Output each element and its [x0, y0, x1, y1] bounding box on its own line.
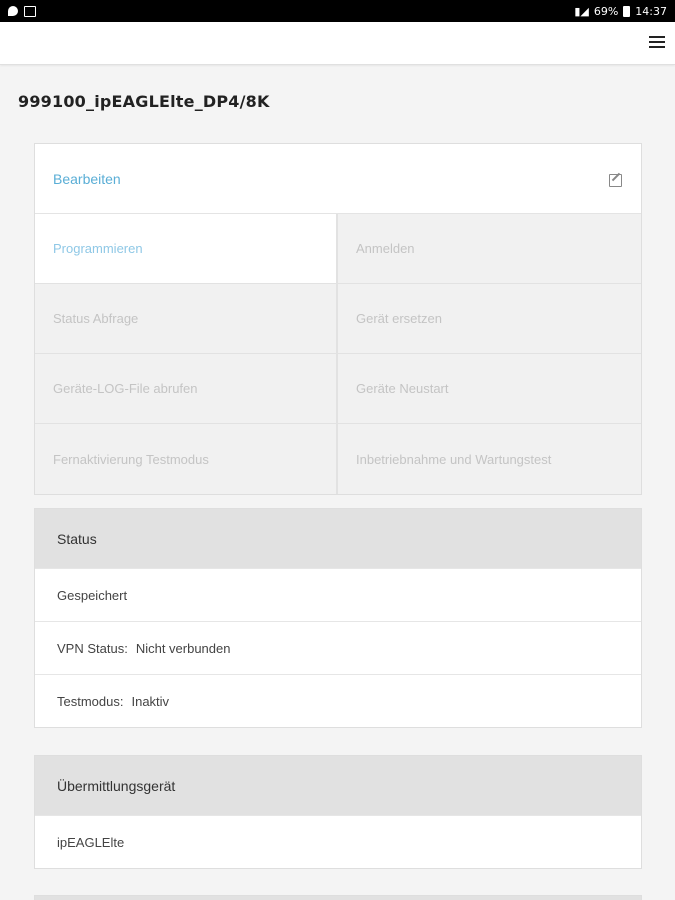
- vpn-status-value: Nicht verbunden: [135, 640, 231, 656]
- action-grid: Programmieren Anmelden Status Abfrage Ge…: [35, 214, 641, 494]
- signal-icon: ▮◢: [574, 4, 589, 18]
- action-status-abfrage[interactable]: Status Abfrage: [35, 284, 338, 354]
- testmode-value: Inaktiv: [131, 693, 170, 709]
- action-geraete-neustart[interactable]: Geräte Neustart: [338, 354, 641, 424]
- action-inbetriebnahme-wartungstest[interactable]: Inbetriebnahme und Wartungstest: [338, 424, 641, 494]
- action-fernaktivierung-testmodus[interactable]: Fernaktivierung Testmodus: [35, 424, 338, 494]
- status-panel: Status Gespeichert VPN Status: Nicht ver…: [34, 508, 642, 728]
- status-heading: Status: [35, 509, 641, 568]
- clock: 14:37: [635, 4, 667, 18]
- notification-icon: [8, 6, 18, 16]
- device-value: ipEAGLElte: [57, 834, 125, 850]
- battery-icon: [623, 5, 631, 17]
- action-log-file-abrufen[interactable]: Geräte-LOG-File abrufen: [35, 354, 338, 424]
- page-title: 999100_ipEAGLElte_DP4/8K: [18, 92, 270, 111]
- edit-icon[interactable]: [609, 172, 623, 187]
- device-row: ipEAGLElte: [35, 815, 641, 868]
- edit-button[interactable]: Bearbeiten: [35, 144, 641, 214]
- device-panel: Übermittlungsgerät ipEAGLElte: [34, 755, 642, 869]
- action-geraet-ersetzen[interactable]: Gerät ersetzen: [338, 284, 641, 354]
- next-panel-header: [34, 895, 642, 900]
- vpn-status-row: VPN Status: Nicht verbunden: [35, 621, 641, 674]
- testmode-label: Testmodus:: [57, 693, 124, 709]
- edit-label: Bearbeiten: [53, 170, 121, 187]
- saved-text: Gespeichert: [57, 587, 128, 603]
- actions-card: Bearbeiten Programmieren Anmelden Status…: [34, 143, 642, 495]
- status-saved: Gespeichert: [35, 568, 641, 621]
- battery-percent: 69%: [593, 4, 619, 18]
- system-status-bar: ▮◢ 69% 14:37: [0, 0, 675, 22]
- testmode-row: Testmodus: Inaktiv: [35, 674, 641, 727]
- image-notification-icon: [24, 5, 36, 17]
- app-bar: [0, 22, 675, 65]
- hamburger-menu-icon[interactable]: [649, 34, 665, 50]
- vpn-status-label: VPN Status:: [57, 640, 128, 656]
- action-programmieren[interactable]: Programmieren: [35, 214, 338, 284]
- action-anmelden[interactable]: Anmelden: [338, 214, 641, 284]
- device-heading: Übermittlungsgerät: [35, 756, 641, 815]
